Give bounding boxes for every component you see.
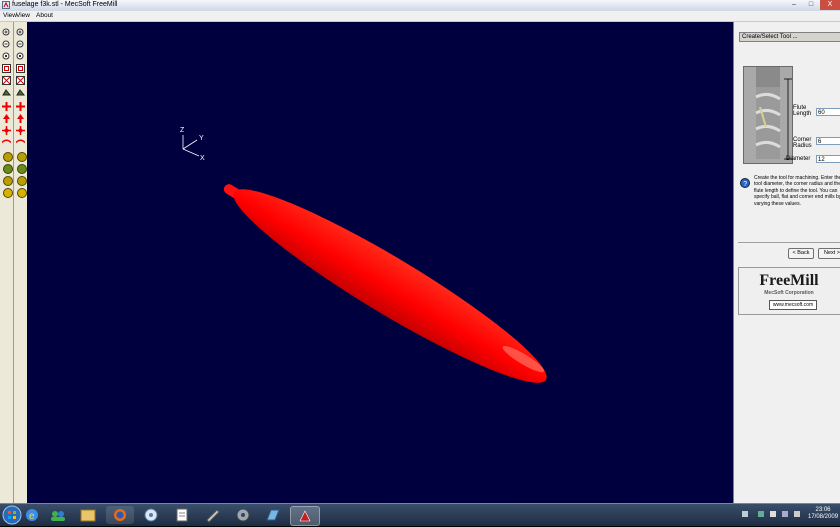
zoom-out-icon-2[interactable] xyxy=(16,40,25,49)
corner-radius-label: Corner Radius xyxy=(793,137,812,149)
zoom-out-icon[interactable] xyxy=(2,40,11,49)
pan-icon[interactable] xyxy=(2,102,11,111)
rotate-icon[interactable] xyxy=(2,126,11,135)
tray-display-icon[interactable] xyxy=(782,511,788,517)
window-title: fuselage f3k.stl - MecSoft FreeMill xyxy=(12,1,118,8)
view-iso-icon-2[interactable] xyxy=(17,188,27,198)
tool-image xyxy=(743,66,793,164)
view-front-icon[interactable] xyxy=(3,164,13,174)
taskbar: e 23:06 17/08/2009 xyxy=(0,503,840,526)
view-front-icon-2[interactable] xyxy=(17,164,27,174)
back-button[interactable]: < Back xyxy=(788,248,814,259)
messenger-taskbar-icon[interactable] xyxy=(44,506,72,524)
shade-icon[interactable] xyxy=(2,88,11,97)
diameter-input[interactable]: 12 xyxy=(816,155,840,163)
menu-bar: View View About xyxy=(0,11,840,22)
spin-icon[interactable] xyxy=(2,138,11,147)
app-icon xyxy=(2,1,10,9)
move-up-icon[interactable] xyxy=(2,114,11,123)
fit-view-icon[interactable] xyxy=(2,64,11,73)
fuselage-body xyxy=(233,189,547,383)
tray-flag-icon[interactable] xyxy=(770,511,776,517)
toolbar-divider xyxy=(13,22,14,503)
panel-header: Create/Select Tool ... xyxy=(739,32,840,42)
view-right-icon-2[interactable] xyxy=(17,176,27,186)
panel-divider xyxy=(738,242,840,243)
help-icon: ? xyxy=(740,178,750,188)
logo-title: FreeMill xyxy=(759,272,819,289)
zoom-window-icon[interactable] xyxy=(2,52,11,61)
logo-subtitle: MecSoft Corporation xyxy=(764,290,814,296)
axis-x-label: X xyxy=(200,155,205,162)
maximize-button[interactable]: □ xyxy=(803,0,819,10)
freemill-logo: FreeMill MecSoft Corporation www.mecsoft… xyxy=(738,267,840,315)
graphics-viewport[interactable]: Z Y X xyxy=(27,22,733,503)
zoom-extents-icon-2[interactable] xyxy=(16,76,25,85)
app-taskbar-icon[interactable] xyxy=(259,506,287,524)
website-link[interactable]: www.mecsoft.com xyxy=(769,300,817,310)
ie-taskbar-icon[interactable]: e xyxy=(18,506,46,524)
firefox-taskbar-icon[interactable] xyxy=(106,506,134,524)
spin-icon-2[interactable] xyxy=(16,138,25,147)
minimize-button[interactable]: – xyxy=(786,0,802,10)
flute-length-input[interactable]: 60 xyxy=(816,108,840,116)
freemill-taskbar-icon[interactable] xyxy=(290,506,320,526)
shade-icon-2[interactable] xyxy=(16,88,25,97)
view-iso-icon[interactable] xyxy=(3,188,13,198)
close-button[interactable]: X xyxy=(820,0,840,10)
clock[interactable]: 23:06 17/08/2009 xyxy=(808,507,838,521)
rotate-icon-2[interactable] xyxy=(16,126,25,135)
flute-length-label: Flute Length xyxy=(793,105,812,117)
zoom-extents-icon[interactable] xyxy=(2,76,11,85)
axis-y-label: Y xyxy=(199,135,204,142)
menu-view-1[interactable]: View xyxy=(3,12,17,19)
settings-taskbar-icon[interactable] xyxy=(229,506,257,524)
fuselage-model[interactable] xyxy=(210,163,560,404)
notepad-taskbar-icon[interactable] xyxy=(168,506,196,524)
tool-taskbar-icon[interactable] xyxy=(199,506,227,524)
help-text: Create the tool for machining. Enter the… xyxy=(754,175,840,207)
zoom-window-icon-2[interactable] xyxy=(16,52,25,61)
view-top-icon-2[interactable] xyxy=(17,152,27,162)
zoom-in-icon-2[interactable] xyxy=(16,28,25,37)
svg-text:?: ? xyxy=(743,181,747,188)
axis-triad: Z Y X xyxy=(180,127,205,162)
next-button[interactable]: Next > xyxy=(818,248,840,259)
axis-z-label: Z xyxy=(180,127,185,134)
view-right-icon[interactable] xyxy=(3,176,13,186)
left-toolbar xyxy=(0,22,28,503)
fit-view-icon-2[interactable] xyxy=(16,64,25,73)
diameter-label: Diameter xyxy=(786,156,811,162)
svg-text:e: e xyxy=(29,511,35,522)
end-mill-icon xyxy=(755,67,792,160)
scene: Z Y X xyxy=(180,127,560,404)
tray-arrow-icon[interactable] xyxy=(742,511,748,517)
clock-time: 23:06 xyxy=(815,507,831,513)
menu-view-2[interactable]: View xyxy=(16,12,30,19)
media-taskbar-icon[interactable] xyxy=(137,506,165,524)
clock-date: 17/08/2009 xyxy=(808,514,839,520)
corner-radius-input[interactable]: 6 xyxy=(816,137,840,145)
pan-icon-2[interactable] xyxy=(16,102,25,111)
tool-panel: Create/Select Tool ... Flute Length 60 C… xyxy=(733,22,840,503)
zoom-in-icon[interactable] xyxy=(2,28,11,37)
explorer-taskbar-icon[interactable] xyxy=(74,506,102,524)
menu-about[interactable]: About xyxy=(36,12,53,19)
tray-network-icon[interactable] xyxy=(758,511,764,517)
tray-volume-icon[interactable] xyxy=(794,511,800,517)
view-top-icon[interactable] xyxy=(3,152,13,162)
move-up-icon-2[interactable] xyxy=(16,114,25,123)
